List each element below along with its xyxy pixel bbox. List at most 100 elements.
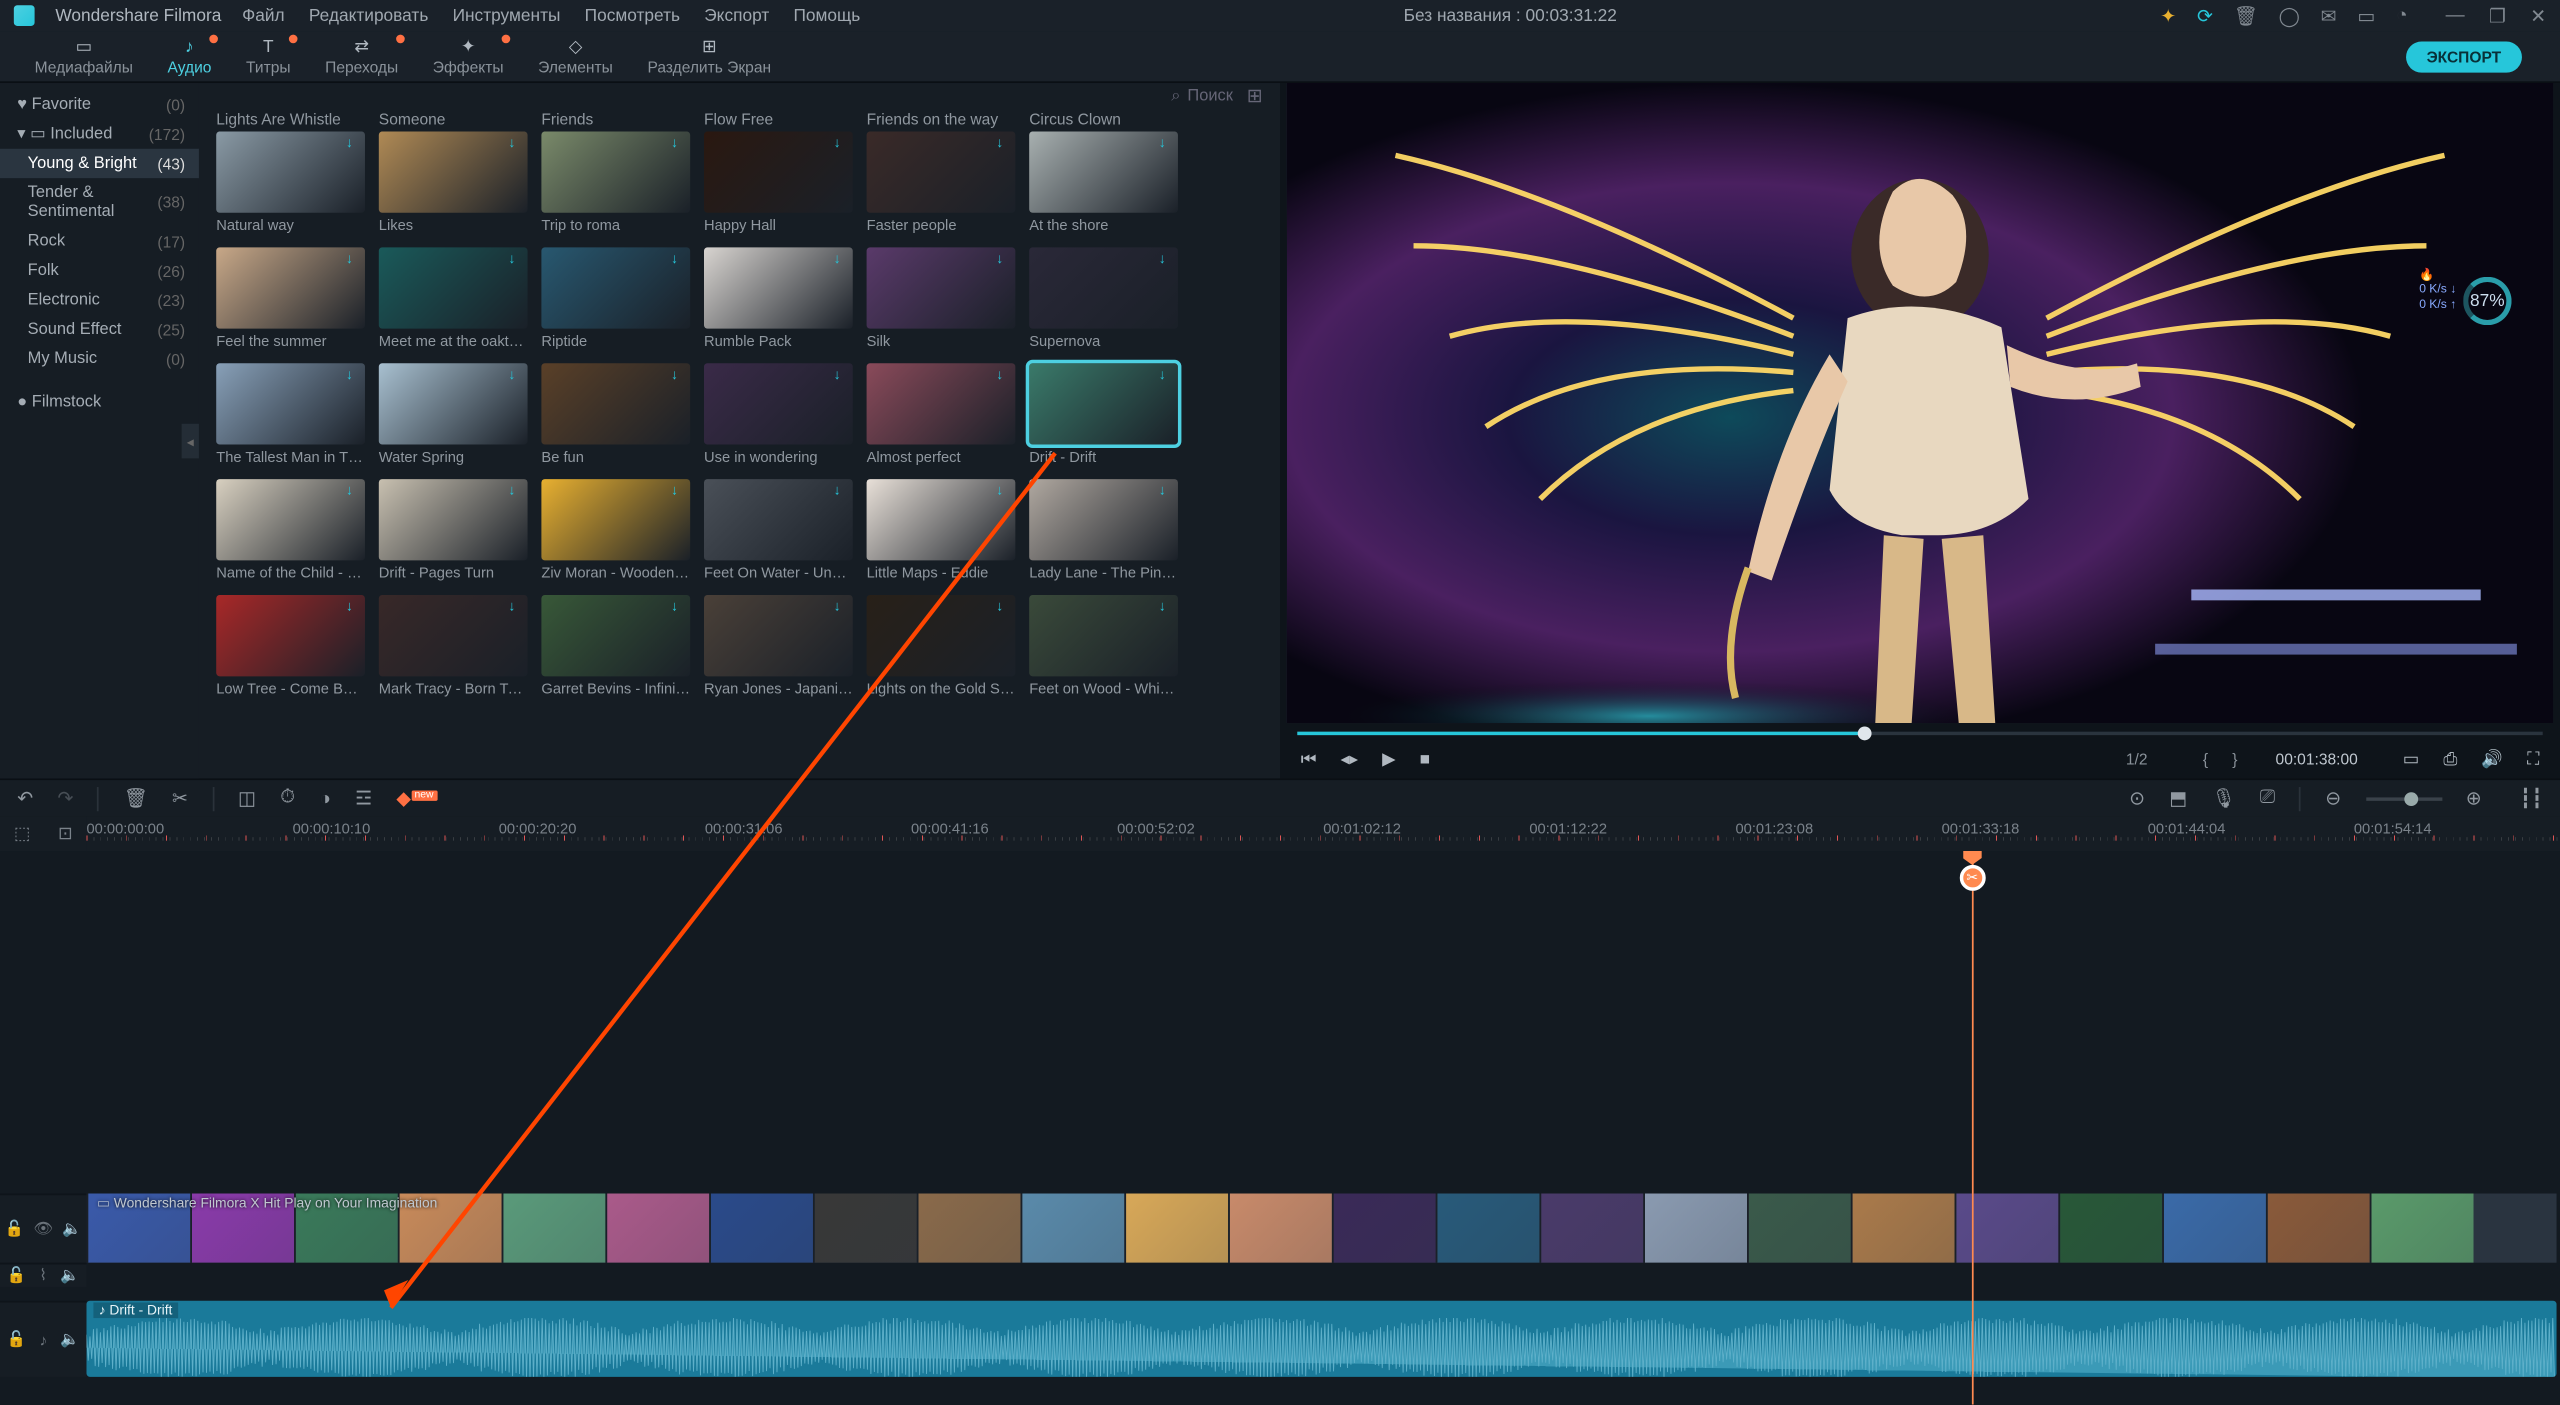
lock-icon[interactable]: 🔓 (7, 1330, 26, 1349)
lock-icon[interactable]: 🔓 (7, 1266, 26, 1285)
render-button[interactable]: ⊙ (2129, 787, 2145, 809)
tab-эффекты[interactable]: ✦Эффекты (415, 34, 520, 79)
sparkle-icon[interactable]: ✦ (2160, 4, 2176, 26)
media-thumb[interactable]: ↓Riptide (541, 247, 690, 359)
media-thumb[interactable]: ↓Supernova (1029, 247, 1178, 359)
preview-scrubber[interactable] (1297, 726, 2542, 740)
media-thumb[interactable]: ↓Likes (379, 131, 528, 243)
tab-аудио[interactable]: ♪Аудио (150, 34, 229, 79)
media-thumb[interactable]: ↓Ziv Moran - Wooden Sm... (541, 479, 690, 591)
tab-титры[interactable]: TТитры (229, 34, 308, 79)
tab-разделить-экран[interactable]: ⊞Разделить Экран (630, 34, 788, 79)
delete-button[interactable]: 🗑 (124, 787, 148, 809)
snapshot-icon[interactable]: ⎙ (2443, 750, 2457, 769)
export-button[interactable]: ЭКСПОРТ (2406, 41, 2522, 72)
mail-icon[interactable]: ✉ (2321, 4, 2337, 26)
sidebar-item-electronic[interactable]: Electronic(23) (0, 285, 199, 314)
timeline-ruler[interactable]: 00:00:00:0000:00:10:1000:00:20:2000:00:3… (86, 816, 2560, 851)
media-thumb[interactable]: ↓At the shore (1029, 131, 1178, 243)
sidebar-collapse-icon[interactable]: ◂ (182, 424, 199, 459)
split-button[interactable]: ✂ (172, 787, 188, 809)
chat-icon[interactable]: ▭ (2357, 4, 2375, 26)
bracket-right[interactable]: } (2232, 751, 2237, 768)
cursor-mode-icon[interactable]: ⬚ (14, 824, 30, 843)
zoom-slider[interactable] (2365, 797, 2441, 800)
crop-button[interactable]: ◫ (238, 787, 256, 809)
sidebar-item-rock[interactable]: Rock(17) (0, 227, 199, 256)
media-thumb[interactable]: ↓Trip to roma (541, 131, 690, 243)
tab-медиафайлы[interactable]: ▭Медиафайлы (17, 34, 150, 79)
volume-icon[interactable]: 🔊 (2481, 750, 2503, 769)
zoom-out-button[interactable]: ⊖ (2325, 787, 2341, 809)
snap-icon[interactable]: ⊡ (58, 824, 73, 843)
media-thumb[interactable]: ↓Rumble Pack (704, 247, 853, 359)
mixer-button[interactable]: ⎚ (2260, 787, 2275, 809)
sidebar-item-folk[interactable]: Folk(26) (0, 256, 199, 285)
menu-помощь[interactable]: Помощь (793, 6, 860, 25)
speed-button[interactable]: ⏱ (280, 787, 295, 809)
voiceover-button[interactable]: 🎙 (2212, 787, 2236, 809)
media-thumb[interactable]: ↓Name of the Child - Moti... (216, 479, 365, 591)
redo-button[interactable]: ↷ (57, 787, 73, 809)
menu-редактировать[interactable]: Редактировать (309, 6, 428, 25)
sidebar-item-filmstock[interactable]: ● Filmstock (0, 387, 199, 416)
media-thumb[interactable]: ↓Silk (867, 247, 1016, 359)
play-button[interactable]: ▶ (1382, 750, 1395, 769)
preview-viewport[interactable]: 87% 🔥0 K/s ↓0 K/s ↑ (1287, 83, 2553, 723)
lock-icon[interactable]: 🔓 (5, 1219, 24, 1238)
keyframe-button[interactable]: ◆new (396, 787, 437, 809)
audio-clip[interactable]: ♪ Drift - Drift (86, 1301, 2556, 1377)
media-thumb[interactable]: ↓Faster people (867, 131, 1016, 243)
media-thumb[interactable]: ↓Mark Tracy - Born Twice (379, 595, 528, 707)
zoom-fit-button[interactable]: ┇┇ (2520, 787, 2543, 809)
bell-icon[interactable]: ◔ (2396, 5, 2408, 26)
stop-button[interactable]: ■ (1420, 750, 1430, 769)
undo-button[interactable]: ↶ (17, 787, 33, 809)
media-thumb[interactable]: ↓Be fun (541, 363, 690, 475)
media-thumb[interactable]: ↓Feet on Wood - Whistli... (1029, 595, 1178, 707)
tab-переходы[interactable]: ⇄Переходы (308, 34, 416, 79)
visibility-icon[interactable]: 👁 (33, 1219, 53, 1238)
media-thumb[interactable]: ↓Little Maps - Eddie (867, 479, 1016, 591)
media-thumb[interactable]: ↓Use in wondering (704, 363, 853, 475)
mute-icon[interactable]: 🔈 (62, 1219, 81, 1238)
trash-icon[interactable]: 🗑 (2234, 4, 2258, 26)
refresh-icon[interactable]: ⟳ (2197, 4, 2213, 26)
sidebar-item-sound-effect[interactable]: Sound Effect(25) (0, 315, 199, 344)
media-thumb[interactable]: ↓Ryan Jones - Japanika (704, 595, 853, 707)
video-clip[interactable]: ▭ Wondershare Filmora X Hit Play on Your… (86, 1194, 2556, 1263)
sidebar-item-tender-sentimental[interactable]: Tender & Sentimental(38) (0, 178, 199, 226)
timeline[interactable]: ⬚ ⊡ 00:00:00:0000:00:10:1000:00:20:2000:… (0, 816, 2560, 1404)
media-thumb[interactable]: ↓Happy Hall (704, 131, 853, 243)
bracket-left[interactable]: { (2203, 751, 2208, 768)
user-icon[interactable]: ◯ (2279, 4, 2300, 26)
media-thumb[interactable]: ↓Low Tree - Come Back ... (216, 595, 365, 707)
media-thumb[interactable]: ↓Feel the summer (216, 247, 365, 359)
prev-frame-button[interactable]: ⏮ (1301, 750, 1317, 769)
minimize-icon[interactable]: — (2446, 4, 2465, 26)
menu-инструменты[interactable]: Инструменты (453, 6, 561, 25)
mute-icon[interactable]: 🔈 (60, 1330, 79, 1349)
media-thumb[interactable]: ↓Lady Lane - The Pink Ev... (1029, 479, 1178, 591)
media-thumb[interactable]: ↓Natural way (216, 131, 365, 243)
mute-icon[interactable]: 🔈 (60, 1266, 79, 1285)
sidebar-item-included[interactable]: ▾ ▭ Included(172) (0, 119, 199, 148)
color-button[interactable]: ◑ (319, 788, 331, 809)
marker-button[interactable]: ⬒ (2169, 787, 2187, 809)
frame-back-button[interactable]: ◂▸ (1341, 750, 1358, 769)
search-input[interactable]: ⌕ Поиск (1171, 86, 1233, 105)
media-thumb[interactable]: ↓Lights on the Gold Shor... (867, 595, 1016, 707)
menu-экспорт[interactable]: Экспорт (704, 6, 769, 25)
media-thumb[interactable]: ↓Drift - Drift (1029, 363, 1178, 475)
media-thumb[interactable]: ↓Meet me at the oaktree (379, 247, 528, 359)
sidebar-item-favorite[interactable]: ♥ Favorite(0) (0, 90, 199, 119)
close-icon[interactable]: ✕ (2530, 4, 2546, 26)
sidebar-item-young-bright[interactable]: Young & Bright(43) (0, 149, 199, 178)
media-thumb[interactable]: ↓Drift - Pages Turn (379, 479, 528, 591)
link-icon[interactable]: ⌇ (39, 1266, 47, 1285)
tab-элементы[interactable]: ◇Элементы (521, 34, 630, 79)
split-playhead-icon[interactable] (1959, 865, 1985, 891)
media-thumb[interactable]: ↓Garret Bevins - Infinite - ... (541, 595, 690, 707)
fullscreen-icon[interactable]: ⛶ (2527, 750, 2539, 769)
display-mode-icon[interactable]: ▭ (2403, 750, 2419, 769)
